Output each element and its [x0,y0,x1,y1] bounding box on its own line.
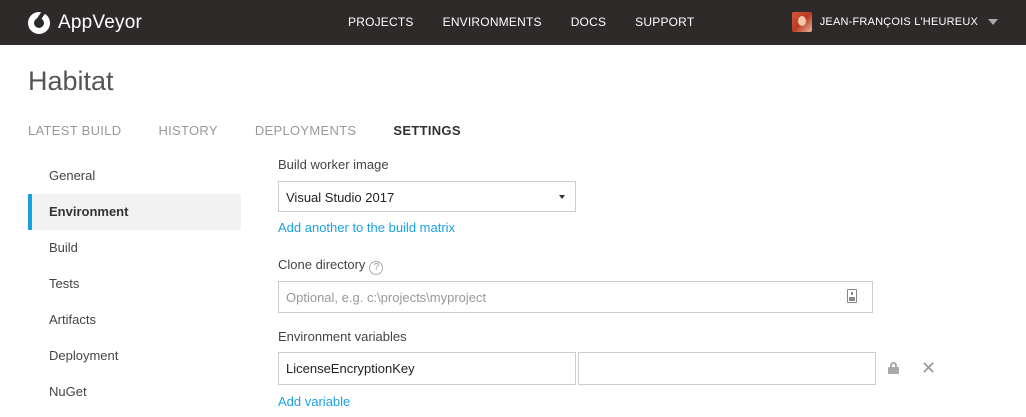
user-name: JEAN-FRANÇOIS L'HEUREUX [819,16,978,28]
build-worker-image-label: Build worker image [278,157,389,172]
sidebar-item-environment[interactable]: Environment [28,194,241,230]
build-worker-image-select[interactable]: Visual Studio 2017 [278,181,576,212]
brand-name: AppVeyor [58,12,142,33]
env-var-value-input[interactable] [578,352,876,385]
sidebar-item-nuget[interactable]: NuGet [28,374,241,410]
tab-latest-build[interactable]: LATEST BUILD [28,123,121,138]
main-nav: PROJECTS ENVIRONMENTS DOCS SUPPORT [348,0,723,45]
project-tabs: LATEST BUILD HISTORY DEPLOYMENTS SETTING… [28,123,498,138]
lock-icon[interactable] [888,362,899,374]
dropdown-caret-icon [559,195,565,199]
build-worker-image-value: Visual Studio 2017 [286,190,395,205]
help-icon[interactable]: ? [369,261,384,275]
chevron-down-icon [988,19,998,25]
sidebar-item-deployment[interactable]: Deployment [28,338,241,374]
variable-insert-icon[interactable] [847,289,857,303]
clone-directory-label: Clone directory [278,257,366,272]
appveyor-logo-icon [28,10,50,34]
tab-history[interactable]: HISTORY [158,123,217,138]
add-variable-link[interactable]: Add variable [278,394,350,409]
user-menu[interactable]: JEAN-FRANÇOIS L'HEUREUX [791,12,998,32]
sidebar-item-build[interactable]: Build [28,230,241,266]
clone-directory-input[interactable] [278,281,873,313]
environment-variables-label: Environment variables [278,329,407,344]
tab-settings[interactable]: SETTINGS [393,123,460,138]
env-var-name-input[interactable] [278,352,576,385]
nav-support[interactable]: SUPPORT [635,0,694,45]
nav-environments[interactable]: ENVIRONMENTS [443,0,542,45]
top-nav-bar: AppVeyor PROJECTS ENVIRONMENTS DOCS SUPP… [0,0,1026,45]
appveyor-logo[interactable]: AppVeyor [28,10,142,35]
sidebar-item-artifacts[interactable]: Artifacts [28,302,241,338]
sidebar-item-general[interactable]: General [28,158,241,194]
add-build-matrix-link[interactable]: Add another to the build matrix [278,220,455,235]
settings-sidebar: General Environment Build Tests Artifact… [28,158,241,410]
clone-directory-label-row: Clone directory? [278,257,384,275]
avatar [791,12,812,32]
close-icon[interactable]: ✕ [921,359,936,377]
sidebar-item-tests[interactable]: Tests [28,266,241,302]
nav-projects[interactable]: PROJECTS [348,0,414,45]
nav-docs[interactable]: DOCS [571,0,606,45]
tab-deployments[interactable]: DEPLOYMENTS [255,123,357,138]
page-title: Habitat [28,66,114,96]
